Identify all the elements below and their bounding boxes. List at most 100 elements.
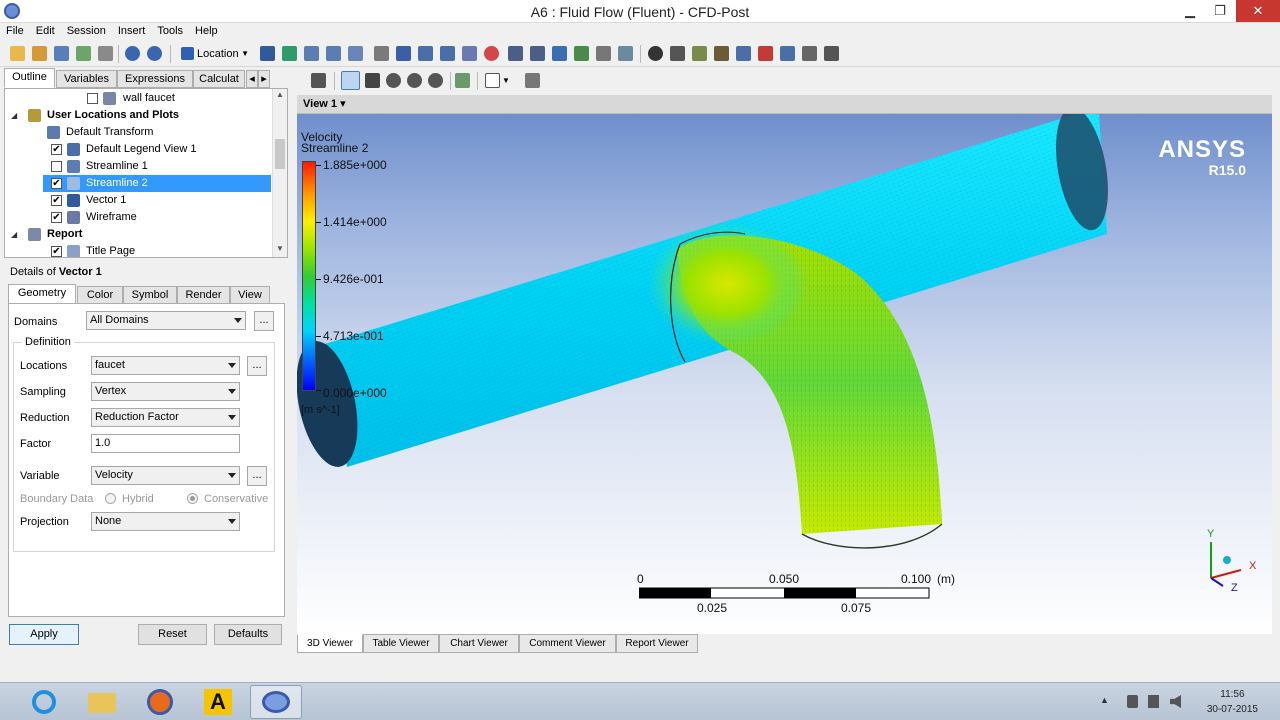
refresh-icon[interactable] xyxy=(76,46,91,61)
streamline-icon[interactable] xyxy=(304,46,319,61)
menu-edit[interactable]: Edit xyxy=(30,23,61,39)
animation-icon[interactable] xyxy=(670,46,685,61)
locations-browse-button[interactable]: ... xyxy=(247,356,267,376)
save-state-icon[interactable] xyxy=(32,46,47,61)
macro-calculator-icon[interactable] xyxy=(758,46,773,61)
tree-scrollbar[interactable]: ▲ ▼ xyxy=(272,89,287,257)
table-icon[interactable] xyxy=(552,46,567,61)
show-hidden-icons[interactable]: ▲ xyxy=(1100,695,1109,705)
scroll-down-icon[interactable]: ▼ xyxy=(276,244,284,253)
highlight-icon[interactable] xyxy=(455,73,470,88)
color-map-icon[interactable] xyxy=(484,46,499,61)
undo-icon[interactable] xyxy=(125,46,140,61)
legend-icon[interactable] xyxy=(418,46,433,61)
close-button[interactable]: ✕ xyxy=(1236,0,1280,22)
checkbox[interactable] xyxy=(87,93,98,104)
help-pointer-icon[interactable] xyxy=(525,73,540,88)
pan-icon[interactable] xyxy=(365,73,380,88)
view-selector[interactable]: View 1 ▾ xyxy=(297,95,1272,114)
vector-icon[interactable] xyxy=(260,46,275,61)
checkbox[interactable]: ✔ xyxy=(51,144,62,155)
variable-icon[interactable] xyxy=(508,46,523,61)
zoom-box-icon[interactable] xyxy=(407,73,422,88)
load-state-icon[interactable] xyxy=(10,46,25,61)
tree-item-streamline-2[interactable]: ✔ Streamline 2 xyxy=(43,175,271,192)
scroll-up-icon[interactable]: ▲ xyxy=(276,90,284,99)
save-project-icon[interactable] xyxy=(54,46,69,61)
minimize-button[interactable]: ▁ xyxy=(1175,0,1205,22)
chart-icon[interactable] xyxy=(574,46,589,61)
tab-variables[interactable]: Variables xyxy=(56,70,117,88)
quick-editor-icon[interactable] xyxy=(692,46,707,61)
rotate-icon[interactable] xyxy=(341,71,360,90)
tab-calculators[interactable]: Calculat xyxy=(193,70,245,88)
tree-item-wireframe[interactable]: ✔ Wireframe xyxy=(51,209,137,226)
volume-icon[interactable] xyxy=(1170,695,1181,708)
location-dropdown[interactable]: Location ▼ xyxy=(179,44,251,64)
tab-3d-viewer[interactable]: 3D Viewer xyxy=(297,634,363,653)
checkbox[interactable]: ✔ xyxy=(51,178,62,189)
function-calculator-icon[interactable] xyxy=(736,46,751,61)
camera-icon[interactable] xyxy=(98,46,113,61)
comment-icon[interactable] xyxy=(596,46,611,61)
internet-explorer-icon[interactable] xyxy=(18,685,70,719)
menu-help[interactable]: Help xyxy=(189,23,224,39)
tree-item-wall-faucet[interactable]: wall faucet xyxy=(87,90,175,107)
tree-item-default-legend[interactable]: ✔ Default Legend View 1 xyxy=(51,141,197,158)
domains-browse-button[interactable]: ... xyxy=(254,311,274,331)
reduction-select[interactable]: Reduction Factor xyxy=(91,408,240,427)
projection-select[interactable]: None xyxy=(91,512,240,531)
command-editor-icon[interactable] xyxy=(824,46,839,61)
redo-icon[interactable] xyxy=(147,46,162,61)
tree-item-report[interactable]: ◢ Report xyxy=(11,226,82,243)
checkbox[interactable]: ✔ xyxy=(51,195,62,206)
ansys-workbench-icon[interactable]: A xyxy=(192,685,244,719)
3d-viewport[interactable]: Velocity Streamline 2 1.885e+000 1.414e+… xyxy=(297,114,1272,634)
tab-chart-viewer[interactable]: Chart Viewer xyxy=(439,634,519,653)
instance-transform-icon[interactable] xyxy=(440,46,455,61)
tab-geometry[interactable]: Geometry xyxy=(8,284,76,304)
menu-insert[interactable]: Insert xyxy=(112,23,152,39)
firefox-icon[interactable] xyxy=(134,685,186,719)
menu-tools[interactable]: Tools xyxy=(151,23,189,39)
hybrid-radio[interactable] xyxy=(105,493,116,504)
tab-view[interactable]: View xyxy=(230,286,270,304)
tab-table-viewer[interactable]: Table Viewer xyxy=(363,634,439,653)
locations-select[interactable]: faucet xyxy=(91,356,240,375)
conservative-radio[interactable] xyxy=(187,493,198,504)
sampling-select[interactable]: Vertex xyxy=(91,382,240,401)
figure-icon[interactable] xyxy=(618,46,633,61)
tab-expressions[interactable]: Expressions xyxy=(117,70,193,88)
tree-item-default-transform[interactable]: Default Transform xyxy=(47,124,153,141)
expander-icon[interactable]: ◢ xyxy=(11,226,17,243)
scroll-thumb[interactable] xyxy=(275,139,285,169)
text-icon[interactable] xyxy=(374,46,389,61)
checkbox[interactable]: ✔ xyxy=(51,212,62,223)
tree-item-streamline-1[interactable]: Streamline 1 xyxy=(51,158,148,175)
tab-report-viewer[interactable]: Report Viewer xyxy=(616,634,698,653)
tree-item-user-locations[interactable]: ◢ User Locations and Plots xyxy=(11,107,179,124)
system-clock[interactable]: 11:56 30-07-2015 xyxy=(1207,687,1258,717)
tab-color[interactable]: Color xyxy=(77,286,123,304)
coordinate-frame-icon[interactable] xyxy=(396,46,411,61)
expression-icon[interactable] xyxy=(530,46,545,61)
variable-select[interactable]: Velocity xyxy=(91,466,240,485)
zoom-icon[interactable] xyxy=(386,73,401,88)
menu-session[interactable]: Session xyxy=(61,23,112,39)
tree-item-vector-1[interactable]: ✔ Vector 1 xyxy=(51,192,126,209)
chevron-down-icon[interactable]: ▼ xyxy=(502,73,510,88)
maximize-button[interactable]: ❐ xyxy=(1205,0,1235,22)
factor-input[interactable]: 1.0 xyxy=(91,434,240,453)
probe-icon[interactable] xyxy=(714,46,729,61)
cfd-post-icon[interactable] xyxy=(250,685,302,719)
clip-plane-icon[interactable] xyxy=(462,46,477,61)
tab-symbol[interactable]: Symbol xyxy=(123,286,177,304)
file-explorer-icon[interactable] xyxy=(76,685,128,719)
network-icon[interactable] xyxy=(1148,695,1159,708)
defaults-button[interactable]: Defaults xyxy=(214,624,282,645)
tree-item-title-page[interactable]: ✔ Title Page xyxy=(51,243,135,257)
tab-scroll-left[interactable]: ◂ xyxy=(246,70,258,88)
tab-comment-viewer[interactable]: Comment Viewer xyxy=(519,634,616,653)
menu-file[interactable]: File xyxy=(0,23,30,39)
tab-render[interactable]: Render xyxy=(177,286,230,304)
